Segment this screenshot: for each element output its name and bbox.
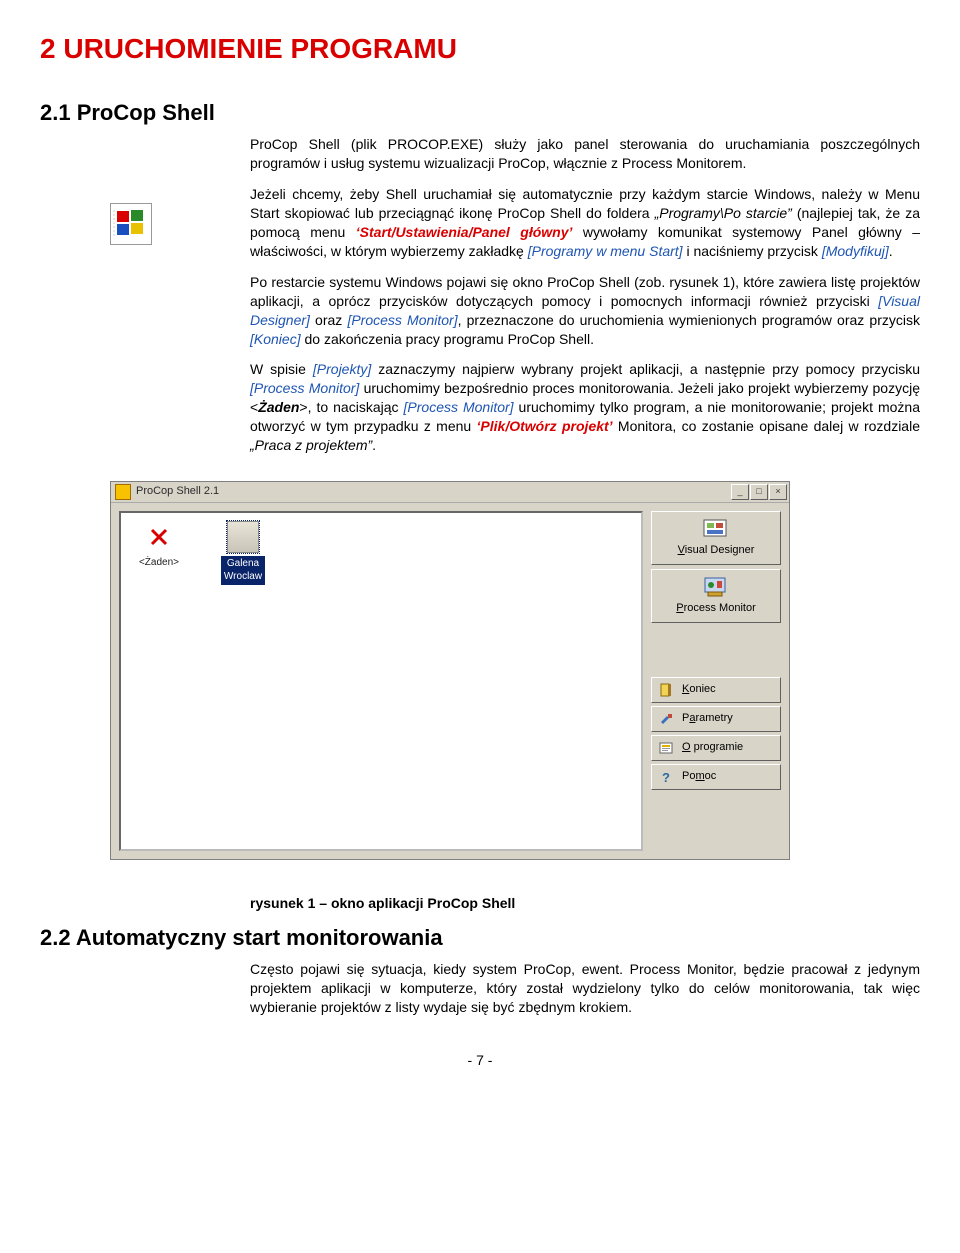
process-monitor-button[interactable]: PProcess Monitorrocess Monitor: [651, 569, 781, 623]
placeholder-none: Żaden: [258, 399, 299, 415]
window-close-button[interactable]: ×: [769, 484, 787, 500]
exit-icon: [658, 682, 674, 698]
about-icon: [658, 740, 674, 756]
button-label: OO programie programie: [682, 740, 743, 755]
text: Galena: [227, 558, 259, 569]
windows-flag-icon: [110, 203, 190, 245]
menu-path-ref: ‘Start/Ustawienia/Panel główny’: [356, 224, 573, 240]
text: oraz: [310, 312, 348, 328]
paragraph-3: Po restarcie systemu Windows pojawi się …: [250, 273, 920, 349]
figure-caption: rysunek 1 – okno aplikacji ProCop Shell: [250, 894, 920, 913]
paragraph-4: W spisie [Projekty] zaznaczymy najpierw …: [250, 360, 920, 454]
visual-designer-button[interactable]: VVisual Designerisual Designer: [651, 511, 781, 565]
paragraph-1: ProCop Shell (plik PROCOP.EXE) służy jak…: [250, 135, 920, 173]
project-label: <Żaden>: [139, 556, 179, 570]
page-number: - 7 -: [40, 1051, 920, 1070]
quoted-path: „Programy\Po starcie”: [655, 205, 792, 221]
ui-ref: [Process Monitor]: [347, 312, 457, 328]
ui-ref: [Projekty]: [313, 361, 371, 377]
text: Po restarcie systemu Windows pojawi się …: [250, 274, 920, 309]
text: i naciśniemy przycisk: [683, 243, 822, 259]
pomoc-button[interactable]: ? PomPomococ: [651, 764, 781, 790]
button-label: KKonieconiec: [682, 682, 716, 697]
text: do zakończenia pracy programu ProCop She…: [301, 331, 594, 347]
ui-ref: [Process Monitor]: [404, 399, 514, 415]
project-item-galena[interactable]: Galena Wroclaw: [215, 521, 271, 585]
text: , przeznaczone do uruchomienia wymienion…: [458, 312, 920, 328]
project-file-icon: [227, 521, 259, 553]
project-label: Galena Wroclaw: [221, 556, 265, 585]
none-icon: [143, 521, 175, 553]
text: zaznaczymy najpierw wybrany projekt apli…: [371, 361, 920, 377]
ui-ref: [Programy w menu Start]: [528, 243, 683, 259]
window-title: ProCop Shell 2.1: [136, 484, 219, 499]
help-icon: ?: [658, 769, 674, 785]
chapter-heading: 2 URUCHOMIENIE PROGRAMU: [40, 30, 920, 68]
ui-ref: [Modyfikuj]: [822, 243, 889, 259]
section-heading-2-2: 2.2 Automatyczny start monitorowania: [40, 923, 920, 953]
text: Wroclaw: [224, 571, 262, 582]
project-item-none[interactable]: <Żaden>: [131, 521, 187, 570]
window-minimize-button[interactable]: _: [731, 484, 749, 500]
app-icon: [115, 484, 131, 500]
ui-ref: [Process Monitor]: [250, 380, 359, 396]
settings-icon: [658, 711, 674, 727]
button-label: PaParametryrametry: [682, 711, 733, 726]
window-titlebar: ProCop Shell 2.1 _ □ ×: [111, 482, 789, 503]
ui-ref: [Koniec]: [250, 331, 301, 347]
button-label: VVisual Designerisual Designer: [678, 543, 755, 558]
text: .: [889, 243, 893, 259]
o-programie-button[interactable]: OO programie programie: [651, 735, 781, 761]
visual-designer-icon: [702, 517, 730, 541]
button-label: PProcess Monitorrocess Monitor: [676, 601, 755, 616]
section-heading-2-1: 2.1 ProCop Shell: [40, 98, 920, 128]
svg-text:?: ?: [662, 770, 670, 785]
window-maximize-button[interactable]: □: [750, 484, 768, 500]
button-label: PomPomococ: [682, 769, 716, 784]
paragraph-5: Często pojawi się sytuacja, kiedy system…: [250, 960, 920, 1017]
projects-list[interactable]: <Żaden> Galena Wroclaw: [119, 511, 643, 851]
paragraph-2: Jeżeli chcemy, żeby Shell uruchamiał się…: [250, 185, 920, 261]
parametry-button[interactable]: PaParametryrametry: [651, 706, 781, 732]
text: .: [372, 437, 376, 453]
text: W spisie: [250, 361, 313, 377]
koniec-button[interactable]: KKonieconiec: [651, 677, 781, 703]
procop-shell-window: ProCop Shell 2.1 _ □ × <Żaden> Galena Wr…: [110, 481, 790, 860]
quoted-section: „Praca z projektem”: [250, 437, 372, 453]
text: >, to naciskając: [299, 399, 403, 415]
text: Monitora, co zostanie opisane dalej w ro…: [613, 418, 920, 434]
menu-path-ref: ‘Plik/Otwórz projekt’: [477, 418, 613, 434]
process-monitor-icon: [702, 575, 730, 599]
